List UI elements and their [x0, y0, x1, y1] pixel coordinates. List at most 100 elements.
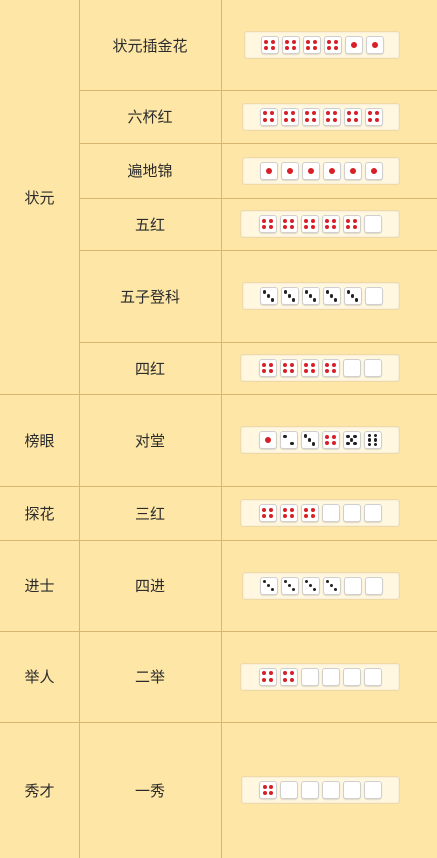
- die-face-4: [300, 359, 319, 377]
- die-face-4: [321, 359, 340, 377]
- pip: [289, 507, 294, 512]
- pip: [325, 434, 330, 439]
- die-face-blank: [364, 576, 383, 595]
- pip: [326, 117, 331, 122]
- rank-label: 秀才: [24, 781, 55, 800]
- pip: [262, 290, 267, 294]
- die-face-3: [259, 576, 278, 595]
- die-face-3: [300, 431, 319, 449]
- die-face-4: [258, 504, 277, 522]
- pip: [349, 438, 354, 442]
- die-face-1: [344, 36, 363, 54]
- pip: [308, 583, 313, 588]
- pip: [374, 117, 379, 122]
- die-face-blank: [342, 504, 361, 522]
- die-face-blank: [364, 781, 382, 799]
- pip: [262, 369, 267, 374]
- pip: [285, 46, 290, 51]
- pip: [304, 225, 309, 230]
- pip: [310, 225, 315, 230]
- pip: [311, 442, 316, 446]
- pip: [325, 362, 330, 367]
- pip: [370, 167, 377, 174]
- pip: [283, 579, 288, 584]
- pip: [310, 369, 315, 374]
- pip: [262, 514, 267, 519]
- pip: [270, 298, 275, 302]
- die-face-4: [321, 215, 340, 233]
- hand-name: 六杯红: [127, 108, 173, 126]
- pip: [347, 117, 352, 122]
- dice-strip: [242, 102, 400, 131]
- pip: [263, 111, 268, 116]
- die-face-1: [364, 161, 383, 180]
- pip: [283, 218, 288, 223]
- pip: [291, 39, 296, 44]
- die-face-blank: [322, 781, 340, 799]
- pip: [268, 514, 273, 519]
- pip: [269, 111, 274, 116]
- pip: [291, 298, 296, 302]
- pip: [283, 514, 288, 519]
- pip: [331, 218, 336, 223]
- pip: [266, 294, 271, 298]
- die-face-4: [300, 215, 319, 233]
- pip: [266, 583, 271, 588]
- pip: [304, 514, 309, 519]
- pip: [374, 111, 379, 116]
- die-face-blank: [363, 667, 382, 686]
- pip: [332, 117, 337, 122]
- pip: [311, 117, 316, 122]
- pip: [325, 225, 330, 230]
- die-face-4: [323, 36, 342, 54]
- pip: [311, 111, 316, 116]
- die-face-1: [280, 161, 299, 180]
- pip: [307, 167, 314, 174]
- die-face-2: [279, 431, 298, 449]
- die-face-4: [343, 107, 362, 126]
- pip: [283, 671, 288, 676]
- rank-label: 举人: [24, 668, 55, 686]
- pip: [286, 167, 293, 174]
- die-face-4: [322, 107, 341, 126]
- pip: [310, 514, 315, 519]
- pip: [291, 46, 296, 51]
- pip: [270, 39, 275, 44]
- die-face-4: [342, 215, 361, 233]
- pip: [262, 784, 267, 789]
- pip: [312, 39, 317, 44]
- pip: [304, 579, 309, 584]
- pip: [333, 587, 338, 592]
- pip: [262, 218, 267, 223]
- die-face-3: [301, 287, 320, 305]
- die-face-4: [259, 781, 277, 799]
- pip: [331, 434, 336, 439]
- die-face-4: [301, 107, 320, 126]
- pip: [312, 298, 317, 302]
- pip: [352, 225, 357, 230]
- pip: [262, 671, 267, 676]
- pip: [263, 117, 268, 122]
- pip: [325, 218, 330, 223]
- die-face-blank: [363, 359, 382, 377]
- dice-strip: [240, 662, 400, 691]
- die-face-4: [279, 667, 298, 686]
- pip: [307, 438, 312, 442]
- dice-strip: [240, 426, 400, 454]
- die-face-blank: [343, 576, 362, 595]
- die-face-1: [258, 431, 277, 449]
- pip: [265, 167, 272, 174]
- pip: [270, 46, 275, 51]
- die-face-1: [301, 161, 320, 180]
- pip: [287, 294, 292, 298]
- pip: [327, 46, 332, 51]
- pip: [268, 218, 273, 223]
- die-face-blank: [342, 667, 361, 686]
- pip: [264, 39, 269, 44]
- pip: [329, 583, 334, 588]
- pip: [329, 294, 334, 298]
- rank-label: 进士: [24, 577, 55, 595]
- pip: [287, 583, 292, 588]
- die-face-4: [300, 504, 319, 522]
- die-face-blank: [363, 215, 382, 233]
